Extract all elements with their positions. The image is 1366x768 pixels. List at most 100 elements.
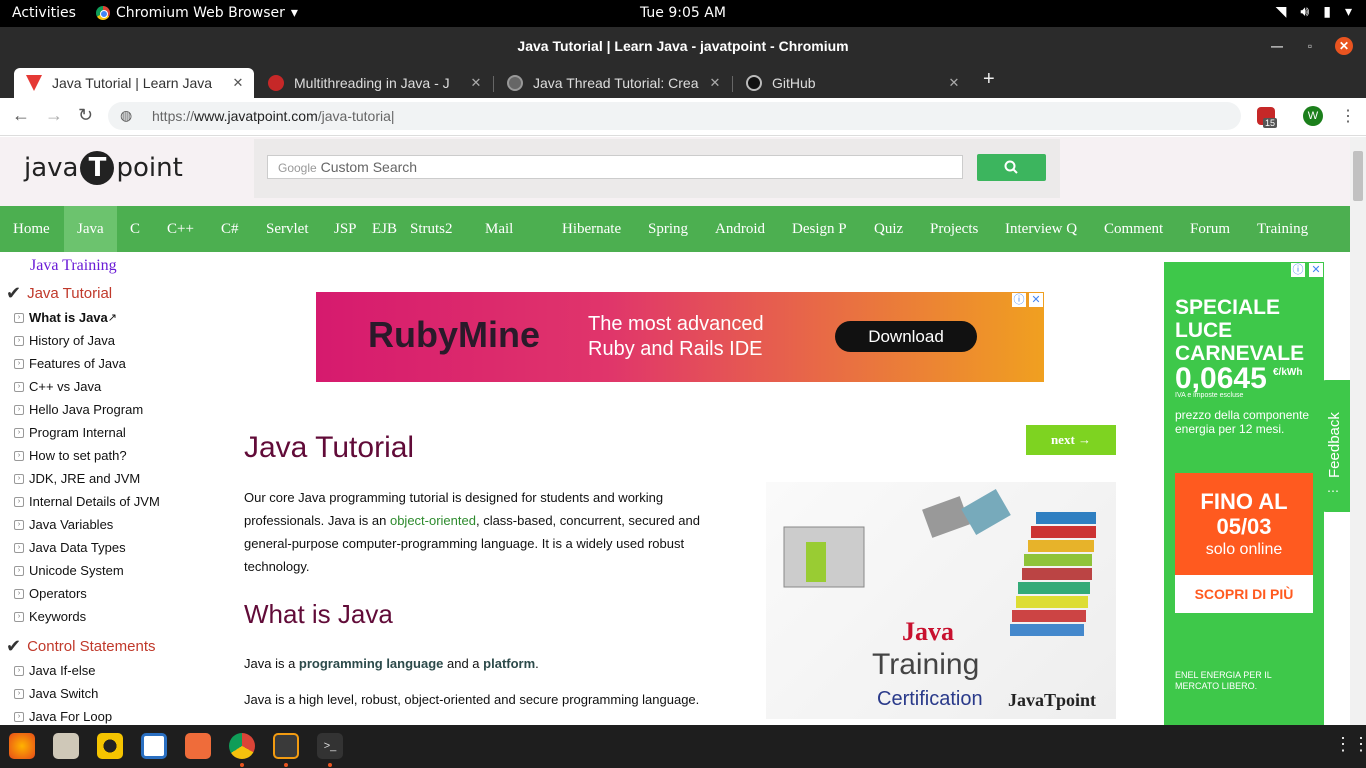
sublime-text-icon[interactable] [273, 733, 299, 759]
nav-item-android[interactable]: Android [702, 206, 778, 252]
site-info-icon[interactable]: ◍ [120, 107, 132, 124]
show-applications-icon[interactable]: ⋮⋮⋮ [1334, 734, 1366, 755]
page-scrollbar[interactable] [1350, 137, 1366, 725]
activities-button[interactable]: Activities [12, 5, 76, 21]
profile-avatar[interactable]: W [1303, 106, 1323, 126]
ad-close-icon[interactable]: ✕ [1309, 263, 1323, 277]
sidebar-item[interactable]: › Operators [14, 586, 87, 601]
section-heading: What is Java [244, 599, 393, 629]
nav-item-forum[interactable]: Forum [1177, 206, 1243, 252]
tab-java-tutorial[interactable]: Java Tutorial | Learn Java ✕ [14, 68, 254, 98]
nav-item-c[interactable]: C# [208, 206, 252, 252]
nav-item-interview-q[interactable]: Interview Q [992, 206, 1090, 252]
tab-java-thread[interactable]: Java Thread Tutorial: Crea ✕ [495, 68, 731, 98]
tab-close-icon[interactable]: ✕ [466, 75, 486, 91]
close-window-button[interactable]: ✕ [1335, 37, 1353, 55]
tab-close-icon[interactable]: ✕ [228, 75, 248, 91]
object-oriented-link[interactable]: object-oriented [390, 513, 476, 528]
ad-tagline: The most advanced Ruby and Rails IDE [588, 313, 764, 360]
minimize-button[interactable]: — [1268, 37, 1286, 55]
sidebar-item[interactable]: › Internal Details of JVM [14, 494, 160, 509]
search-input[interactable]: Google Custom Search [267, 155, 963, 179]
sidebar-item[interactable]: › JDK, JRE and JVM [14, 471, 140, 486]
nav-item-struts2[interactable]: Struts2 [397, 206, 466, 252]
ad-cta-button[interactable]: SCOPRI DI PIÙ [1175, 575, 1313, 613]
sidebar: Java Training ✔ Java Tutorial › What is Ja… [0, 252, 222, 725]
nav-item-mail[interactable]: Mail [472, 206, 526, 252]
sidebar-item[interactable]: › Unicode System [14, 563, 124, 578]
ad-download-button[interactable]: Download [835, 321, 977, 352]
page-title: Java Tutorial [244, 431, 415, 464]
adblock-badge: 15 [1263, 118, 1278, 128]
sidebar-item[interactable]: › Java If-else [14, 663, 95, 678]
platform-link[interactable]: platform [483, 656, 535, 671]
sidebar-head-link[interactable]: Java Training [30, 257, 117, 275]
sidebar-item[interactable]: › History of Java [14, 333, 115, 348]
nav-item-comment[interactable]: Comment [1091, 206, 1176, 252]
chevron-right-icon: › [14, 335, 24, 346]
sidebar-item[interactable]: › C++ vs Java [14, 379, 101, 394]
sidebar-item[interactable]: › What is Java ↗ [14, 310, 117, 325]
new-tab-button[interactable]: + [983, 68, 995, 91]
address-bar[interactable]: ◍ https://www.javatpoint.com/java-tutori… [108, 102, 1241, 130]
nav-item-projects[interactable]: Projects [917, 206, 991, 252]
libreoffice-writer-icon[interactable] [141, 733, 167, 759]
chevron-right-icon: › [14, 312, 24, 323]
back-arrow-icon[interactable]: ← [12, 105, 30, 126]
adchoices-icon[interactable]: ⓘ [1291, 263, 1305, 277]
system-tray[interactable]: ◥ 🔊︎ ▮ ▾ [1276, 4, 1352, 20]
sidebar-item[interactable]: › Java Variables [14, 517, 113, 532]
sidebar-item[interactable]: › Java For Loop [14, 709, 112, 724]
tab-close-icon[interactable]: ✕ [705, 75, 725, 91]
nav-item-home[interactable]: Home [0, 206, 63, 252]
scrollbar-thumb[interactable] [1353, 151, 1363, 201]
sidebar-item[interactable]: › Hello Java Program [14, 402, 143, 417]
sidebar-item-label: What is Java [29, 310, 108, 325]
forward-arrow-icon[interactable]: → [45, 105, 63, 126]
sidebar-item[interactable]: › Java Switch [14, 686, 98, 701]
app-menu[interactable]: Chromium Web Browser ▾ [96, 5, 298, 21]
training-text: Training [872, 648, 980, 681]
nav-item-design-p[interactable]: Design P [779, 206, 860, 252]
search-button[interactable] [977, 154, 1046, 181]
next-button[interactable]: next → [1026, 425, 1116, 455]
adchoices-icon[interactable]: ⓘ [1012, 293, 1026, 307]
enel-ad-banner[interactable]: ⓘ ✕ SPECIALE LUCE CARNEVALE 0,0645 €/kWh… [1164, 262, 1324, 725]
feedback-tab[interactable]: Feedback ⋯ [1320, 380, 1350, 512]
sidebar-item[interactable]: › Program Internal [14, 425, 126, 440]
nav-item-java[interactable]: Java [64, 206, 117, 252]
section-label: Java Tutorial [27, 285, 113, 302]
nav-item-servlet[interactable]: Servlet [253, 206, 322, 252]
sidebar-item[interactable]: › Java Data Types [14, 540, 126, 555]
ad-close-icon[interactable]: ✕ [1029, 293, 1043, 307]
clock[interactable]: Tue 9:05 AM [640, 5, 726, 21]
terminal-icon[interactable]: >_ [317, 733, 343, 759]
nav-item-c[interactable]: C [117, 206, 153, 252]
reload-icon[interactable]: ↻ [78, 105, 93, 126]
nav-item-c[interactable]: C++ [154, 206, 207, 252]
tab-close-icon[interactable]: ✕ [944, 75, 964, 91]
firefox-icon[interactable] [9, 733, 35, 759]
sidebar-item[interactable]: › Keywords [14, 609, 86, 624]
tab-multithreading[interactable]: Multithreading in Java - J ✕ [256, 68, 492, 98]
programming-language-link[interactable]: programming language [299, 656, 443, 671]
rhythmbox-icon[interactable] [97, 733, 123, 759]
files-icon[interactable] [53, 733, 79, 759]
maximize-button[interactable]: ▫ [1301, 37, 1319, 55]
sidebar-section-control-statements[interactable]: ✔ Control Statements [6, 636, 156, 657]
ad-brand: RubyMine [368, 314, 541, 355]
menu-dots-icon[interactable]: ⋮ [1340, 106, 1356, 126]
nav-item-spring[interactable]: Spring [635, 206, 701, 252]
nav-item-training[interactable]: Training [1244, 206, 1321, 252]
chromium-dock-icon[interactable] [229, 733, 255, 759]
software-center-icon[interactable] [185, 733, 211, 759]
sidebar-item[interactable]: › How to set path? [14, 448, 127, 463]
javatpoint-logo[interactable]: java T point [24, 151, 183, 185]
tab-github[interactable]: GitHub ✕ [734, 68, 970, 98]
rubymine-ad-banner[interactable]: RubyMine The most advanced Ruby and Rails… [316, 292, 1044, 382]
sidebar-item-label: Features of Java [29, 356, 126, 371]
nav-item-quiz[interactable]: Quiz [861, 206, 916, 252]
sidebar-item[interactable]: › Features of Java [14, 356, 126, 371]
nav-item-hibernate[interactable]: Hibernate [549, 206, 634, 252]
sidebar-section-java-tutorial[interactable]: ✔ Java Tutorial [6, 283, 112, 304]
